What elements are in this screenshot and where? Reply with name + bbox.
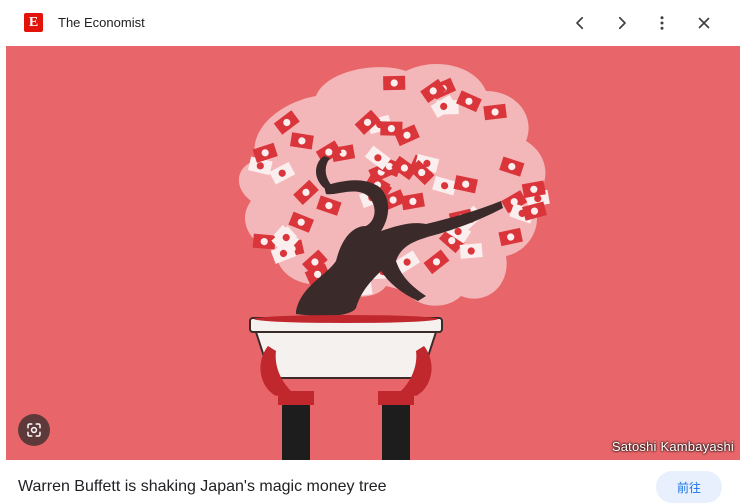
banknote: [383, 75, 406, 91]
article-title[interactable]: Warren Buffett is shaking Japan's magic …: [18, 478, 387, 496]
bonsai-pot: [249, 315, 443, 379]
lens-search-button[interactable]: [18, 414, 50, 446]
preview-footer: Warren Buffett is shaking Japan's magic …: [0, 460, 740, 504]
site-name[interactable]: The Economist: [58, 15, 145, 30]
lens-search-icon: [27, 423, 41, 437]
preview-header: E The Economist: [0, 0, 740, 46]
site-favicon: E: [24, 13, 43, 32]
image-preview-panel: E The Economist Satoshi Kambayashi Warre…: [0, 0, 740, 504]
close-button[interactable]: [690, 9, 718, 37]
close-icon: [698, 17, 710, 29]
chevron-right-icon: [618, 16, 626, 30]
previous-button[interactable]: [566, 9, 594, 37]
chevron-left-icon: [576, 16, 584, 30]
bonsai-illustration: [238, 63, 550, 460]
image-credit: Satoshi Kambayashi: [611, 439, 734, 454]
banknote: [483, 103, 507, 121]
preview-image[interactable]: Satoshi Kambayashi: [6, 46, 740, 460]
more-vert-icon: [660, 16, 664, 30]
more-options-button[interactable]: [648, 9, 676, 37]
visit-button[interactable]: 前往: [656, 471, 722, 503]
banknote: [459, 243, 483, 259]
next-button[interactable]: [608, 9, 636, 37]
